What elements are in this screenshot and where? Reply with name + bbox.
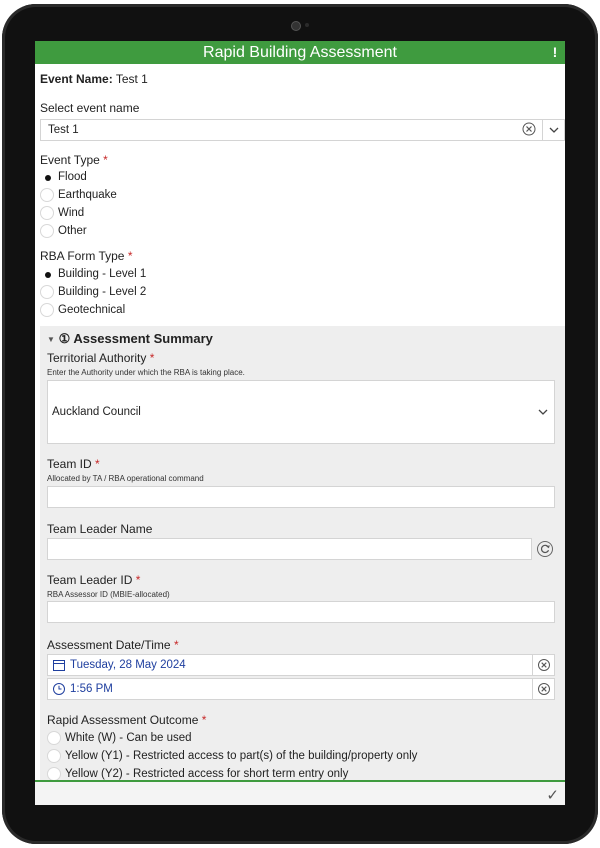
outcome-label: Rapid Assessment Outcome *	[47, 713, 206, 727]
radio-button[interactable]	[47, 749, 61, 763]
exclamation-icon[interactable]: !	[549, 44, 561, 60]
team-id-label: Team ID *	[47, 457, 100, 471]
radio-label: Wind	[58, 207, 85, 219]
form-footer: ✓	[35, 780, 565, 805]
form-content[interactable]: Event Name: Test 1 Select event name Tes…	[35, 64, 565, 780]
app-header: Rapid Building Assessment !	[35, 41, 565, 64]
select-event-label: Select event name	[40, 101, 140, 115]
radio-label: Yellow (Y2) - Restricted access for shor…	[65, 768, 349, 780]
required-marker: *	[201, 713, 207, 727]
app-screen: Rapid Building Assessment ! Event Name: …	[35, 41, 565, 805]
chevron-down-icon[interactable]	[542, 120, 564, 140]
radio-label: Building - Level 1	[58, 268, 147, 280]
radio-label: White (W) - Can be used	[65, 732, 192, 744]
radio-button[interactable]	[40, 303, 54, 317]
calendar-icon[interactable]	[52, 658, 66, 672]
event-name-line: Event Name: Test 1	[40, 72, 148, 86]
radio-label: Earthquake	[58, 189, 117, 201]
date-value: Tuesday, 28 May 2024	[70, 659, 186, 671]
team-id-hint: Allocated by TA / RBA operational comman…	[47, 474, 204, 483]
territorial-authority-hint: Enter the Authority under which the RBA …	[47, 368, 245, 377]
radio-button-selected[interactable]	[40, 267, 54, 281]
section-title: ① Assessment Summary	[58, 331, 213, 346]
clear-circle-icon[interactable]	[522, 122, 538, 138]
team-id-input[interactable]	[47, 486, 555, 508]
clear-circle-icon[interactable]	[532, 655, 554, 675]
date-input[interactable]: Tuesday, 28 May 2024	[47, 654, 555, 676]
radio-button[interactable]	[40, 224, 54, 238]
rba-form-type-label-text: RBA Form Type	[40, 249, 125, 263]
event-type-label-text: Event Type	[40, 153, 100, 167]
team-leader-name-label: Team Leader Name	[47, 522, 153, 536]
assessment-summary-group: ▼ ① Assessment Summary Territorial Autho…	[40, 326, 565, 780]
time-value: 1:56 PM	[70, 683, 113, 695]
radio-label: Flood	[58, 171, 87, 183]
event-name-label: Event Name:	[40, 72, 113, 86]
radio-button[interactable]	[47, 731, 61, 745]
event-name-value: Test 1	[115, 72, 148, 86]
sensor-dot	[305, 23, 309, 27]
team-id-label-text: Team ID	[47, 457, 92, 471]
radio-button-selected[interactable]	[40, 170, 54, 184]
team-leader-id-label: Team Leader ID *	[47, 573, 140, 587]
territorial-authority-value: Auckland Council	[52, 406, 141, 418]
radio-label: Building - Level 2	[58, 286, 147, 298]
chevron-down-icon[interactable]	[536, 405, 550, 419]
outcome-label-text: Rapid Assessment Outcome	[47, 713, 199, 727]
radio-button[interactable]	[47, 767, 61, 780]
event-type-label: Event Type *	[40, 153, 108, 167]
assessment-summary-header[interactable]: ▼ ① Assessment Summary	[47, 331, 213, 347]
territorial-authority-label: Territorial Authority *	[47, 351, 154, 365]
team-leader-id-hint: RBA Assessor ID (MBIE-allocated)	[47, 590, 170, 599]
time-input[interactable]: 1:56 PM	[47, 678, 555, 700]
radio-label: Other	[58, 225, 87, 237]
team-leader-name-input[interactable]	[47, 538, 532, 560]
required-marker: *	[149, 351, 155, 365]
territorial-authority-label-text: Territorial Authority	[47, 351, 147, 365]
camera-icon	[292, 22, 300, 30]
collapse-triangle-icon[interactable]: ▼	[47, 335, 55, 344]
radio-button[interactable]	[40, 285, 54, 299]
required-marker: *	[95, 457, 100, 471]
select-event-value: Test 1	[48, 124, 79, 136]
refresh-icon[interactable]	[536, 540, 554, 558]
territorial-authority-dropdown[interactable]: Auckland Council	[47, 380, 555, 444]
team-leader-id-label-text: Team Leader ID	[47, 573, 133, 587]
radio-button[interactable]	[40, 206, 54, 220]
checkmark-icon[interactable]: ✓	[546, 786, 559, 804]
required-marker: *	[173, 638, 179, 652]
app-title: Rapid Building Assessment	[203, 44, 397, 61]
assessment-datetime-label: Assessment Date/Time *	[47, 638, 179, 652]
required-marker: *	[127, 249, 133, 263]
required-marker: *	[103, 153, 108, 167]
team-leader-id-input[interactable]	[47, 601, 555, 623]
select-event-dropdown[interactable]: Test 1	[40, 119, 565, 141]
radio-label: Yellow (Y1) - Restricted access to part(…	[65, 750, 418, 762]
radio-button[interactable]	[40, 188, 54, 202]
rba-form-type-label: RBA Form Type *	[40, 249, 133, 263]
required-marker: *	[135, 573, 141, 587]
clear-circle-icon[interactable]	[532, 679, 554, 699]
assessment-datetime-label-text: Assessment Date/Time	[47, 638, 171, 652]
radio-label: Geotechnical	[58, 304, 126, 316]
clock-icon[interactable]	[52, 682, 66, 696]
